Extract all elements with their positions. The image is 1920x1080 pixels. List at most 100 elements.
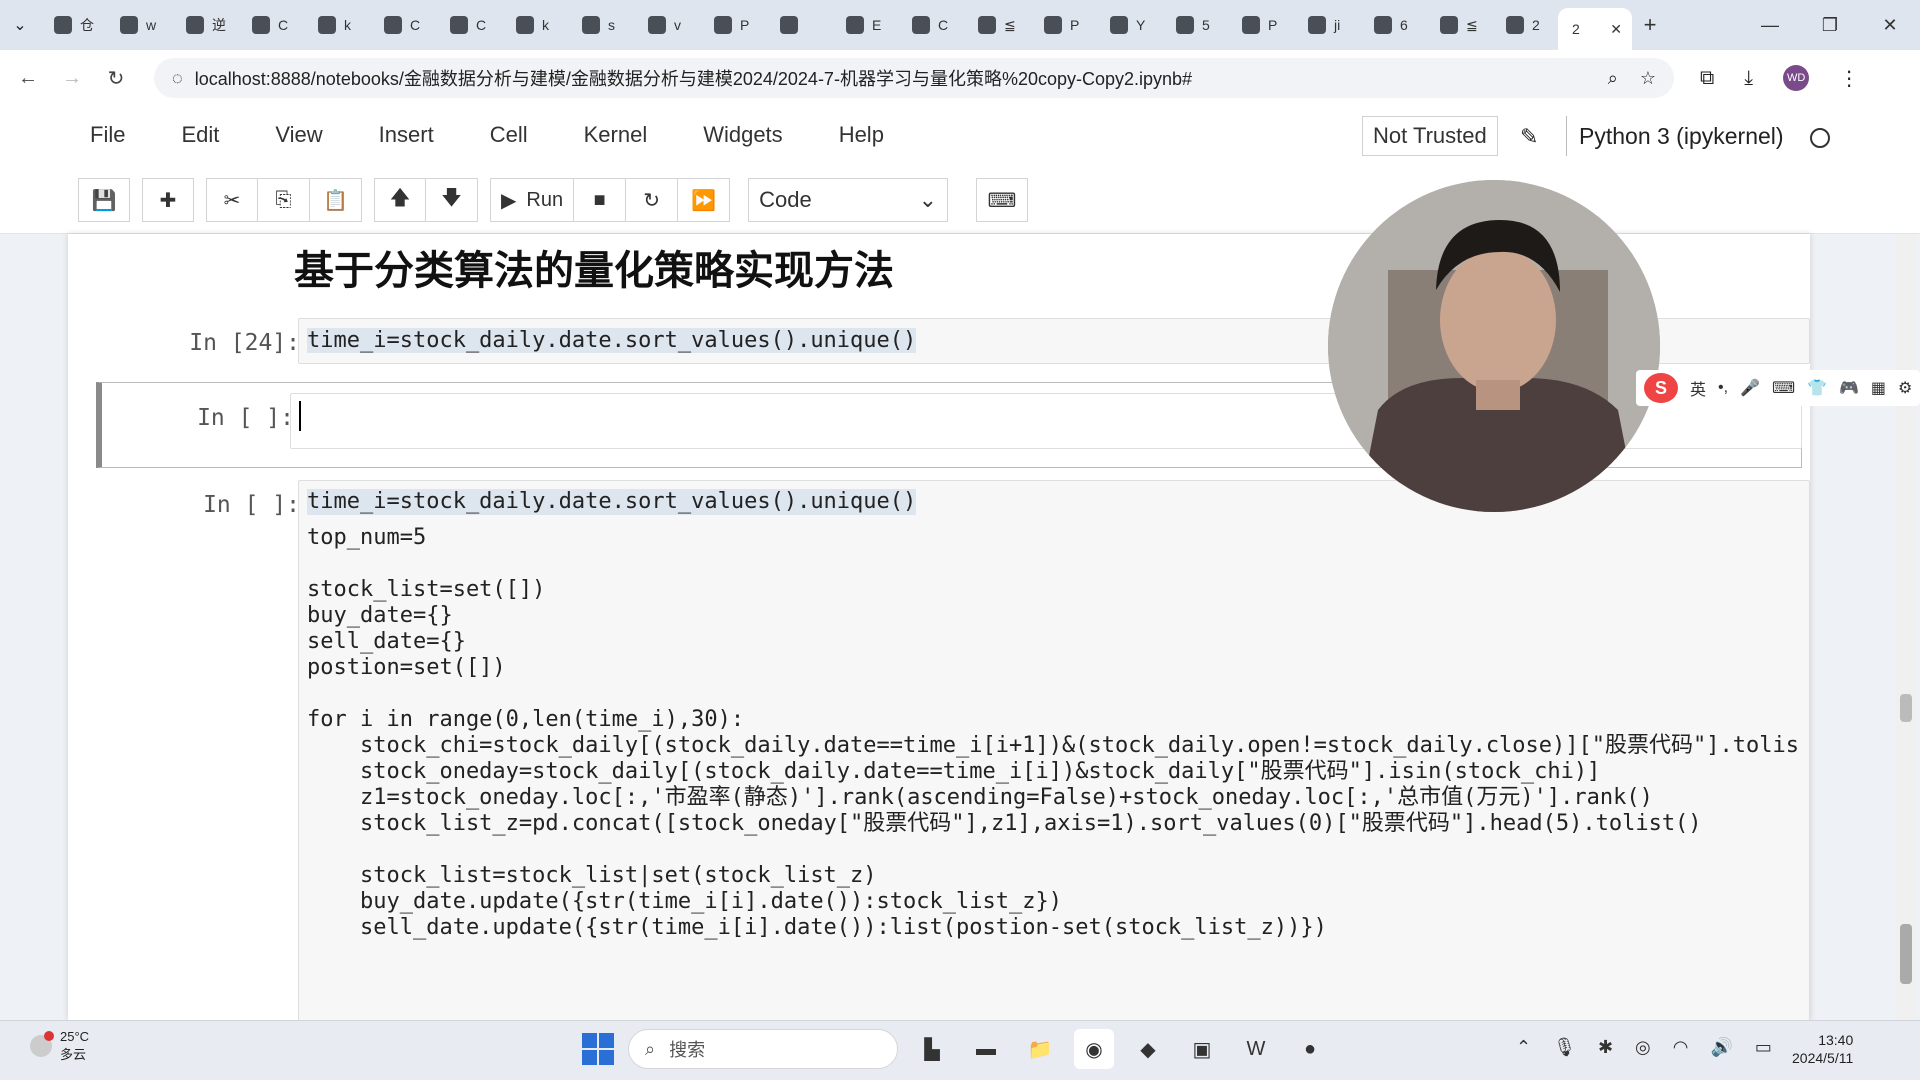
app-icon[interactable]: ◆ — [1128, 1029, 1168, 1069]
menu-item-file[interactable]: File — [90, 122, 125, 148]
zoom-icon[interactable]: ⌕ — [1608, 68, 1618, 89]
save-icon[interactable]: 💾 — [78, 178, 130, 222]
skin-icon[interactable]: 👕 — [1807, 378, 1827, 398]
browser-tab[interactable]: 逆 — [172, 7, 238, 43]
url-field[interactable]: ◌ localhost:8888/notebooks/金融数据分析与建模/金融数… — [154, 58, 1674, 98]
terminal-app-icon[interactable]: ▬ — [966, 1029, 1006, 1069]
file-explorer-icon[interactable]: 📁 — [1020, 1029, 1060, 1069]
tab-list-chevron-icon[interactable]: ⌄ — [0, 0, 40, 50]
punctuation-icon[interactable]: •, — [1718, 379, 1728, 397]
browser-tab[interactable]: C — [898, 7, 964, 43]
menu-item-insert[interactable]: Insert — [379, 122, 434, 148]
browser-tab[interactable]: 6 — [1360, 7, 1426, 43]
ime-language[interactable]: 英 — [1690, 376, 1706, 400]
forward-icon[interactable]: → — [50, 67, 94, 90]
cut-icon[interactable]: ✂ — [206, 178, 258, 222]
microphone-icon[interactable]: 🎤 — [1740, 378, 1760, 398]
taskbar-search[interactable]: ⌕ 搜索 — [628, 1029, 898, 1069]
sogou-logo-icon[interactable]: S — [1644, 373, 1678, 403]
battery-icon[interactable]: ▭ — [1755, 1037, 1772, 1058]
volume-icon[interactable]: 🔊 — [1710, 1037, 1732, 1058]
browser-tab[interactable]: P — [1030, 7, 1096, 43]
extensions-icon[interactable]: ⧉ — [1700, 67, 1714, 90]
browser-tab[interactable]: 仓 — [40, 7, 106, 43]
browser-tab[interactable]: w — [106, 7, 172, 43]
menu-item-help[interactable]: Help — [839, 122, 884, 148]
wifi-icon[interactable]: ◠ — [1673, 1037, 1689, 1058]
active-tab[interactable]: 2 ✕ — [1558, 8, 1632, 50]
keyboard-icon[interactable]: ⌨ — [976, 178, 1029, 222]
insert-cell-icon[interactable]: ✚ — [142, 178, 194, 222]
new-tab-button[interactable]: + — [1632, 12, 1668, 38]
browser-tab[interactable]: P — [1228, 7, 1294, 43]
menu-item-edit[interactable]: Edit — [181, 122, 219, 148]
microphone-icon[interactable]: 🎙 — [1553, 1037, 1576, 1058]
cube-icon — [384, 16, 402, 34]
cell-input[interactable]: time_i=stock_daily.date.sort_values().un… — [298, 480, 1810, 1020]
tray-app-icon[interactable]: ◎ — [1635, 1037, 1651, 1058]
menu-item-kernel[interactable]: Kernel — [584, 122, 648, 148]
cmd-app-icon[interactable]: ▣ — [1182, 1029, 1222, 1069]
chevron-up-icon[interactable]: ⌃ — [1516, 1037, 1531, 1058]
weather-widget[interactable]: 25°C 多云 — [30, 1029, 89, 1063]
browser-tab[interactable]: C — [370, 7, 436, 43]
chrome-app-icon[interactable]: ◉ — [1074, 1029, 1114, 1069]
gamepad-icon[interactable]: 🎮 — [1839, 378, 1859, 398]
run-button[interactable]: ▶ Run — [490, 178, 575, 222]
page-scrollbar[interactable] — [1896, 234, 1916, 1020]
browser-tab[interactable]: s — [568, 7, 634, 43]
browser-tab[interactable]: C — [238, 7, 304, 43]
browser-tab[interactable]: ji — [1294, 7, 1360, 43]
browser-tab[interactable]: 5 — [1162, 7, 1228, 43]
browser-tab[interactable]: 2 — [1492, 7, 1558, 43]
tray-app-icon[interactable]: ✱ — [1598, 1037, 1613, 1058]
close-tab-icon[interactable]: ✕ — [1610, 21, 1622, 38]
browser-tab[interactable]: ≦ — [964, 7, 1030, 43]
copy-icon[interactable]: ⎘ — [258, 178, 310, 222]
fast-forward-icon[interactable]: ⏩ — [678, 178, 731, 222]
move-up-icon[interactable]: 🡅 — [374, 178, 426, 222]
scrollbar-thumb[interactable] — [1900, 924, 1912, 984]
browser-tab[interactable]: v — [634, 7, 700, 43]
keyboard-icon[interactable]: ⌨ — [1772, 378, 1795, 398]
browser-tab[interactable]: Y — [1096, 7, 1162, 43]
browser-tab[interactable]: E — [832, 7, 898, 43]
restore-icon[interactable]: ❐ — [1800, 15, 1860, 36]
paste-icon[interactable]: 📋 — [310, 178, 362, 222]
menu-item-cell[interactable]: Cell — [490, 122, 528, 148]
start-button[interactable] — [582, 1033, 614, 1065]
reload-icon[interactable]: ↻ — [94, 66, 138, 91]
menu-item-view[interactable]: View — [275, 122, 322, 148]
browser-tab[interactable]: C — [436, 7, 502, 43]
browser-tab[interactable]: k — [304, 7, 370, 43]
browser-tab[interactable]: k — [502, 7, 568, 43]
scrollbar-thumb[interactable] — [1900, 694, 1912, 722]
profile-avatar[interactable]: WD — [1783, 65, 1810, 91]
restart-icon[interactable]: ↻ — [626, 178, 679, 222]
back-icon[interactable]: ← — [6, 67, 50, 90]
wps-app-icon[interactable]: W — [1236, 1029, 1276, 1069]
chart-icon — [1374, 16, 1392, 34]
code-cell[interactable]: In [ ]: time_i=stock_daily.date.sort_val… — [80, 470, 1810, 1020]
browser-tab[interactable]: ≦ — [1426, 7, 1492, 43]
clock[interactable]: 13:40 2024/5/11 — [1792, 1031, 1853, 1067]
close-window-icon[interactable]: ✕ — [1860, 15, 1920, 36]
site-info-icon[interactable]: ◌ — [172, 68, 183, 89]
github-icon — [120, 16, 138, 34]
download-icon[interactable]: ⤓ — [1744, 67, 1753, 90]
minimize-icon[interactable]: — — [1740, 15, 1800, 36]
browser-tab[interactable] — [766, 7, 832, 43]
grid-icon[interactable]: ▦ — [1871, 378, 1886, 398]
cell-type-select[interactable]: Code ⌄ — [748, 178, 949, 222]
settings-icon[interactable]: ⚙ — [1898, 378, 1912, 398]
browser-tab[interactable]: P — [700, 7, 766, 43]
task-view-icon[interactable]: ▙ — [912, 1029, 952, 1069]
bookmark-star-icon[interactable]: ☆ — [1640, 68, 1656, 89]
browser-menu-icon[interactable]: ⋮ — [1839, 66, 1859, 91]
stop-icon[interactable]: ■ — [574, 178, 627, 222]
move-down-icon[interactable]: 🡇 — [426, 178, 478, 222]
trust-indicator[interactable]: Not Trusted — [1362, 116, 1498, 156]
camera-app-icon[interactable]: ● — [1290, 1029, 1330, 1069]
edit-pencil-icon[interactable]: ✎ — [1520, 124, 1538, 150]
menu-item-widgets[interactable]: Widgets — [703, 122, 782, 148]
